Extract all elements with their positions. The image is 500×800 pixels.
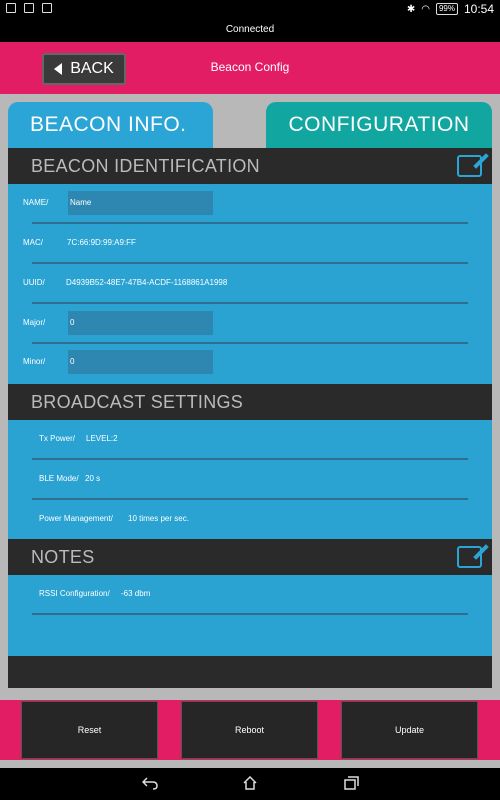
ble-mode-label: BLE Mode/ [39, 474, 79, 483]
power-management-row: Power Management/ 10 times per sec. [8, 502, 492, 542]
power-management-label: Power Management/ [39, 514, 113, 523]
divider [32, 458, 468, 460]
minor-label: Minor/ [23, 357, 46, 366]
main-panel: BEACON INFO. CONFIGURATION BEACON IDENTI… [0, 94, 500, 700]
section-title: NOTES [31, 547, 95, 567]
tx-power-row: Tx Power/ LEVEL:2 [8, 422, 492, 462]
battery-indicator: 99% [435, 3, 458, 15]
back-nav-icon[interactable] [142, 776, 158, 790]
action-bar: Reset Reboot Update [0, 700, 500, 760]
power-management-value: 10 times per sec. [128, 514, 189, 523]
content-footer-strip [8, 656, 492, 688]
app-screen: ✱ ◠ 99% 10:54 Connected BACK Beacon Conf… [0, 0, 500, 800]
uuid-label: UUID/ [23, 278, 45, 287]
bottom-strip [0, 760, 500, 768]
notification-icons [6, 3, 52, 13]
ble-mode-row: BLE Mode/ 20 s [8, 462, 492, 502]
major-field[interactable]: 0 [68, 311, 213, 335]
divider [32, 222, 468, 224]
section-title: BEACON IDENTIFICATION [31, 156, 260, 176]
system-indicators: ✱ ◠ 99% 10:54 [407, 2, 494, 16]
name-label: NAME/ [23, 198, 49, 207]
mac-value: 7C:66:9D:99:A9:FF [67, 238, 136, 247]
section-header-identification: BEACON IDENTIFICATION [8, 148, 492, 184]
bluetooth-icon: ✱ [406, 3, 416, 15]
rssi-value: -63 dbm [121, 589, 151, 598]
edit-icon[interactable] [457, 155, 482, 177]
mac-row: MAC/ 7C:66:9D:99:A9:FF [8, 226, 492, 266]
tab-beacon-info[interactable]: BEACON INFO. [8, 102, 213, 148]
uuid-row: UUID/ D4939B52-48E7-47B4-ACDF-1168861A19… [8, 266, 492, 306]
minor-field[interactable]: 0 [68, 350, 213, 374]
major-label: Major/ [23, 318, 46, 327]
gallery-notification-icon [6, 3, 16, 13]
copy-notification-icon [24, 3, 34, 13]
update-button[interactable]: Update [341, 701, 478, 759]
major-row: Major/ 0 [8, 306, 492, 346]
home-nav-icon[interactable] [242, 776, 258, 790]
clock: 10:54 [463, 2, 494, 16]
bag-notification-icon [42, 3, 52, 13]
section-header-notes: NOTES [8, 539, 492, 575]
page-title: Beacon Config [210, 60, 290, 74]
mac-label: MAC/ [23, 238, 43, 247]
section-header-broadcast: BROADCAST SETTINGS [8, 384, 492, 420]
tx-power-value: LEVEL:2 [86, 434, 118, 443]
divider [32, 342, 468, 344]
reboot-button[interactable]: Reboot [181, 701, 318, 759]
divider [32, 262, 468, 264]
section-title: BROADCAST SETTINGS [31, 392, 244, 412]
recent-apps-nav-icon[interactable] [343, 776, 359, 790]
name-row: NAME/ Name [8, 186, 492, 226]
divider [32, 613, 468, 615]
rssi-row: RSSI Configuration/ -63 dbm [8, 577, 492, 617]
status-bar: ✱ ◠ 99% 10:54 [0, 0, 500, 18]
wifi-icon: ◠ [421, 3, 430, 15]
ble-mode-value: 20 s [85, 474, 101, 483]
beacon-info-content: BEACON IDENTIFICATION NAME/ Name MAC/ 7C… [8, 148, 492, 688]
minor-row: Minor/ 0 [8, 345, 492, 385]
divider [32, 302, 468, 304]
uuid-value: D4939B52-48E7-47B4-ACDF-1168861A1998 [66, 278, 228, 287]
app-header: BACK Beacon Config [0, 42, 500, 94]
tab-configuration[interactable]: CONFIGURATION [266, 102, 492, 148]
reset-button[interactable]: Reset [21, 701, 158, 759]
rssi-label: RSSI Configuration/ [39, 589, 110, 598]
navigation-bar [0, 768, 500, 800]
connection-status: Connected [0, 18, 500, 42]
name-field[interactable]: Name [68, 191, 213, 215]
edit-icon[interactable] [457, 546, 482, 568]
divider [32, 498, 468, 500]
tx-power-label: Tx Power/ [39, 434, 76, 443]
